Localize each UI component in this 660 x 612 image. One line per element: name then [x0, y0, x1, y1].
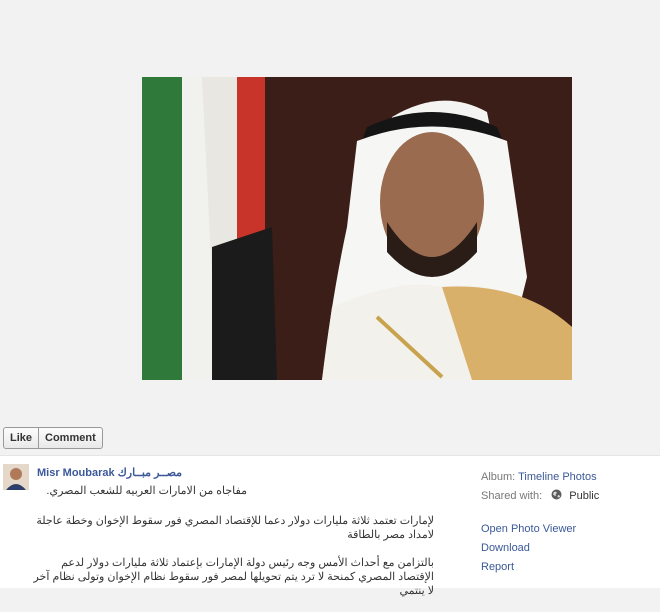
shared-value: Public — [569, 490, 600, 502]
avatar[interactable] — [3, 464, 29, 490]
caption-body: بالتزامن مع أحداث الأمس وجه رئيس دولة ال… — [33, 557, 434, 597]
open-photo-viewer-link[interactable]: Open Photo Viewer — [481, 523, 576, 535]
caption-headline: لإمارات تعتمد ثلاثة مليارات دولار دعما ل… — [36, 515, 434, 541]
photo-actions: Open Photo Viewer Download Report — [481, 520, 656, 577]
photo-details: Misr Moubarak مصــر مبــارك مفاجاه من ال… — [0, 455, 660, 597]
shared-label: Shared with: — [481, 490, 543, 502]
ufi-actions: Like Comment — [3, 427, 103, 449]
author: Misr Moubarak مصــر مبــارك — [37, 466, 237, 479]
globe-icon[interactable] — [551, 488, 562, 500]
report-link[interactable]: Report — [481, 561, 514, 573]
post-caption: لإمارات تعتمد ثلاثة مليارات دولار دعما ل… — [30, 514, 434, 612]
avatar-image — [3, 464, 29, 490]
album-label: Album: — [481, 471, 516, 483]
post-photo[interactable] — [142, 77, 572, 380]
photo-sidebar: Album: Timeline Photos Shared with: Publ… — [481, 468, 656, 577]
shared-row: Shared with: Public — [481, 487, 656, 506]
album-link[interactable]: Timeline Photos — [518, 471, 596, 483]
author-name-link[interactable]: Misr Moubarak مصــر مبــارك — [37, 467, 182, 479]
download-link[interactable]: Download — [481, 542, 530, 554]
photo-illustration — [142, 77, 572, 380]
album-row: Album: Timeline Photos — [481, 468, 656, 487]
photo-stage — [0, 0, 660, 420]
comment-button[interactable]: Comment — [39, 427, 103, 449]
like-button[interactable]: Like — [3, 427, 40, 449]
caption-intro: مفاجاه من الامارات العربيه للشعب المصري. — [46, 485, 247, 497]
